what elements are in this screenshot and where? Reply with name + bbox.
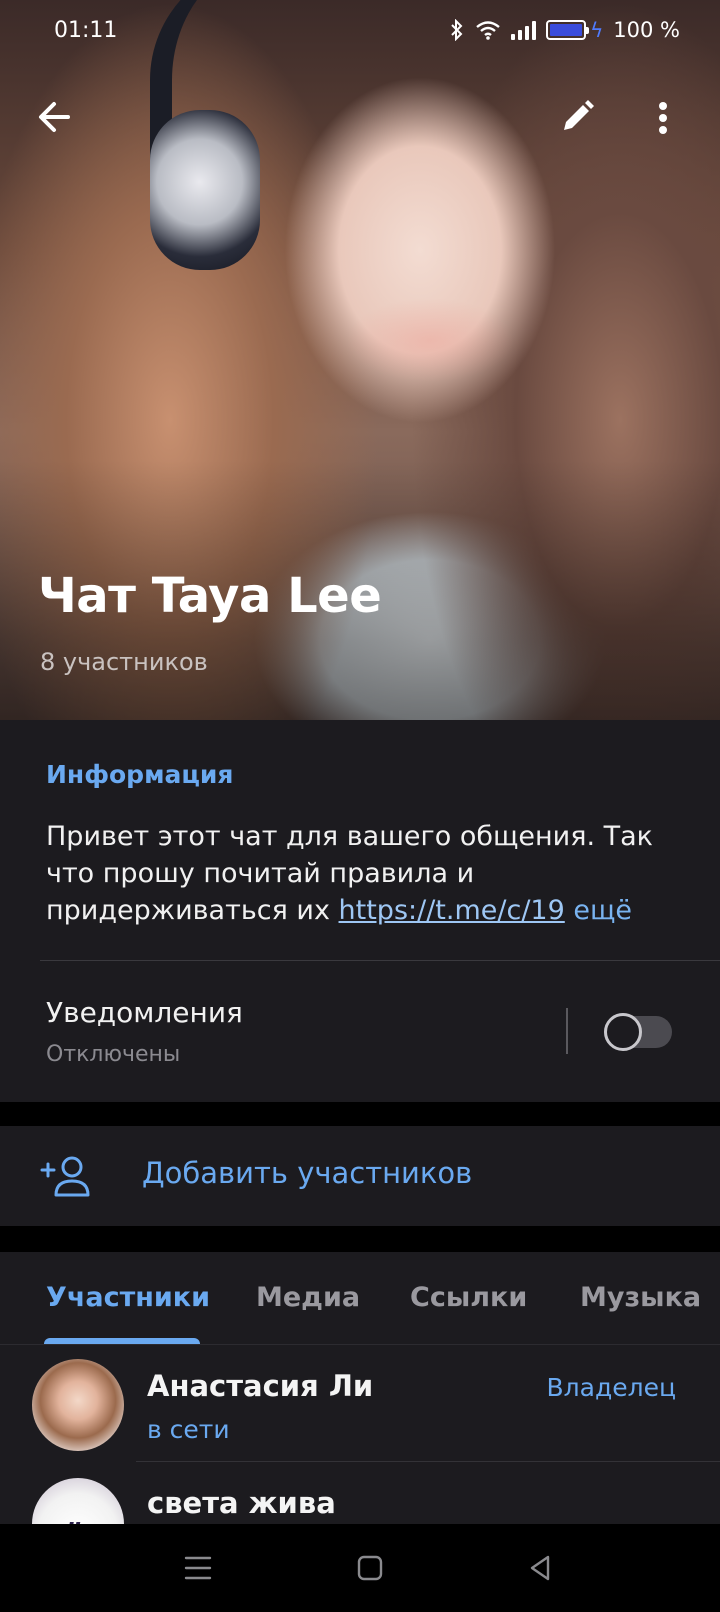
status-time: 01:11 (54, 18, 118, 43)
info-card: Информация Привет этот чат для вашего об… (0, 720, 720, 1102)
toggle-knob (604, 1013, 642, 1051)
add-members-row[interactable]: Добавить участников (0, 1126, 720, 1226)
notifications-label[interactable]: Уведомления (46, 996, 243, 1029)
more-vertical-icon[interactable] (648, 92, 678, 142)
system-nav-bar (0, 1524, 720, 1612)
add-person-icon (40, 1156, 90, 1197)
member-name: света жива (147, 1486, 336, 1520)
tab-media[interactable]: Медиа (256, 1282, 360, 1313)
status-icons: ϟ 100 % (449, 18, 680, 42)
member-count: 8 участников (40, 648, 208, 676)
add-members-label: Добавить участников (142, 1156, 473, 1190)
charging-icon: ϟ (590, 18, 604, 42)
battery-percent: 100 % (613, 18, 680, 42)
battery-icon (546, 20, 590, 40)
wifi-icon (476, 21, 500, 40)
member-name: Анастасия Ли (147, 1369, 374, 1403)
divider (136, 1461, 720, 1462)
tab-music[interactable]: Музыка (580, 1282, 701, 1313)
notifications-status: Отключены (46, 1042, 181, 1067)
tab-bar: Участники Медиа Ссылки Музыка (0, 1252, 720, 1345)
info-description: Привет этот чат для вашего общения. Так … (46, 818, 686, 929)
pencil-icon[interactable] (552, 92, 602, 142)
info-heading: Информация (46, 760, 234, 789)
tab-members[interactable]: Участники (46, 1282, 210, 1313)
list-item[interactable]: Анастасия Ли в сети Владелец (0, 1345, 720, 1463)
back-arrow-icon[interactable] (30, 92, 80, 142)
notifications-toggle[interactable] (604, 1013, 672, 1051)
battery-fill (550, 24, 583, 36)
more-link[interactable]: ещё (573, 895, 632, 926)
tab-links[interactable]: Ссылки (410, 1282, 527, 1313)
top-action-bar (0, 86, 720, 150)
bluetooth-icon (451, 19, 463, 41)
signal-icon (511, 20, 537, 40)
recents-menu-icon[interactable] (178, 1548, 218, 1588)
status-bar: 01:11 ϟ 100 % (0, 0, 720, 64)
back-triangle-icon[interactable] (520, 1548, 560, 1588)
divider (40, 960, 720, 961)
rules-link[interactable]: https://t.me/c/19 (339, 895, 565, 926)
home-icon[interactable] (350, 1548, 390, 1588)
member-role: Владелец (546, 1373, 677, 1402)
chat-title: Чат Taya Lee (38, 568, 382, 624)
members-section: Участники Медиа Ссылки Музыка Анастасия … (0, 1252, 720, 1570)
member-status: в сети (147, 1415, 230, 1444)
avatar (32, 1359, 124, 1451)
vertical-separator (566, 1008, 568, 1054)
